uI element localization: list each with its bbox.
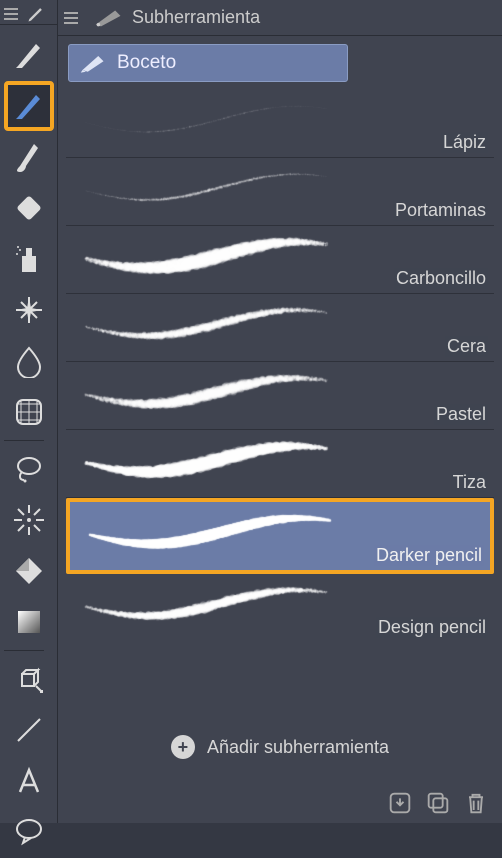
tool-airbrush[interactable] bbox=[4, 234, 54, 284]
brush-label: Carboncillo bbox=[394, 268, 488, 289]
grid-icon bbox=[12, 395, 46, 429]
brush-label: Darker pencil bbox=[374, 545, 484, 566]
brush-icon bbox=[12, 140, 46, 174]
tool-blend[interactable] bbox=[4, 336, 54, 386]
category-tab-boceto[interactable]: Boceto bbox=[68, 44, 348, 82]
plus-icon: + bbox=[171, 735, 195, 759]
tool-divider bbox=[4, 440, 44, 441]
tool-divider bbox=[4, 650, 44, 651]
tool-fill[interactable] bbox=[4, 546, 54, 596]
tool-balloon[interactable] bbox=[4, 807, 54, 857]
menu-icon[interactable] bbox=[64, 12, 78, 24]
lasso-icon bbox=[12, 452, 46, 486]
tool-sidebar bbox=[0, 0, 58, 823]
brush-label: Lápiz bbox=[441, 132, 488, 153]
tool-brush[interactable] bbox=[4, 132, 54, 182]
text-icon bbox=[12, 764, 46, 798]
brush-item[interactable]: Tiza bbox=[66, 430, 494, 498]
sketch-pen-icon bbox=[79, 51, 107, 75]
tool-gradient[interactable] bbox=[4, 597, 54, 647]
sparkle-icon bbox=[12, 293, 46, 327]
delete-button[interactable] bbox=[462, 789, 490, 817]
duplicate-button[interactable] bbox=[424, 789, 452, 817]
tool-line[interactable] bbox=[4, 705, 54, 755]
tool-lasso[interactable] bbox=[4, 444, 54, 494]
tool-grid[interactable] bbox=[4, 387, 54, 437]
brush-item[interactable]: Lápiz bbox=[66, 90, 494, 158]
brush-stroke-preview bbox=[76, 368, 336, 414]
tool-cube[interactable] bbox=[4, 654, 54, 704]
brush-label: Design pencil bbox=[376, 617, 488, 638]
brush-item[interactable]: Darker pencil bbox=[66, 498, 494, 574]
brush-label: Cera bbox=[445, 336, 488, 357]
tool-sparkle[interactable] bbox=[4, 285, 54, 335]
brush-item[interactable]: Portaminas bbox=[66, 158, 494, 226]
tool-pen[interactable] bbox=[4, 30, 54, 80]
add-subtool-label: Añadir subherramienta bbox=[207, 737, 389, 758]
brush-label: Portaminas bbox=[393, 200, 488, 221]
airbrush-icon bbox=[12, 242, 46, 276]
brush-item[interactable]: Carboncillo bbox=[66, 226, 494, 294]
panel-footer bbox=[58, 783, 502, 823]
brush-stroke-preview bbox=[76, 164, 336, 210]
burst-icon bbox=[12, 503, 46, 537]
brush-label: Tiza bbox=[451, 472, 488, 493]
gradient-icon bbox=[12, 605, 46, 639]
import-button[interactable] bbox=[386, 789, 414, 817]
menu-icon[interactable] bbox=[4, 8, 18, 20]
brush-stroke-preview bbox=[80, 508, 340, 554]
sketch-pen-icon bbox=[12, 89, 46, 123]
subtool-header-icon bbox=[94, 6, 124, 30]
brush-item[interactable]: Pastel bbox=[66, 362, 494, 430]
tool-sketch-pen[interactable] bbox=[4, 81, 54, 131]
brush-stroke-preview bbox=[76, 96, 336, 142]
fill-icon bbox=[12, 554, 46, 588]
brush-stroke-preview bbox=[76, 436, 336, 482]
tool-burst[interactable] bbox=[4, 495, 54, 545]
tool-text[interactable] bbox=[4, 756, 54, 806]
blend-icon bbox=[12, 344, 46, 378]
eraser-icon bbox=[12, 191, 46, 225]
brush-list: Lápiz Portaminas Carboncillo Cera Pastel Tiza… bbox=[58, 88, 502, 711]
tool-eraser[interactable] bbox=[4, 183, 54, 233]
category-label: Boceto bbox=[117, 52, 176, 74]
add-subtool-button[interactable]: + Añadir subherramienta bbox=[68, 725, 492, 769]
line-icon bbox=[12, 713, 46, 747]
subtool-panel: Subherramienta Boceto Lápiz Portaminas Car… bbox=[58, 0, 502, 823]
toolbar-header bbox=[0, 4, 57, 25]
pencil-small-icon bbox=[26, 4, 46, 24]
brush-item[interactable]: Cera bbox=[66, 294, 494, 362]
panel-title: Subherramienta bbox=[132, 7, 260, 28]
brush-stroke-preview bbox=[76, 580, 336, 626]
brush-item[interactable]: Design pencil bbox=[66, 574, 494, 642]
balloon-icon bbox=[12, 815, 46, 849]
brush-stroke-preview bbox=[76, 232, 336, 278]
panel-header: Subherramienta bbox=[58, 0, 502, 36]
brush-label: Pastel bbox=[434, 404, 488, 425]
brush-stroke-preview bbox=[76, 300, 336, 346]
cube-icon bbox=[12, 662, 46, 696]
pen-icon bbox=[12, 38, 46, 72]
